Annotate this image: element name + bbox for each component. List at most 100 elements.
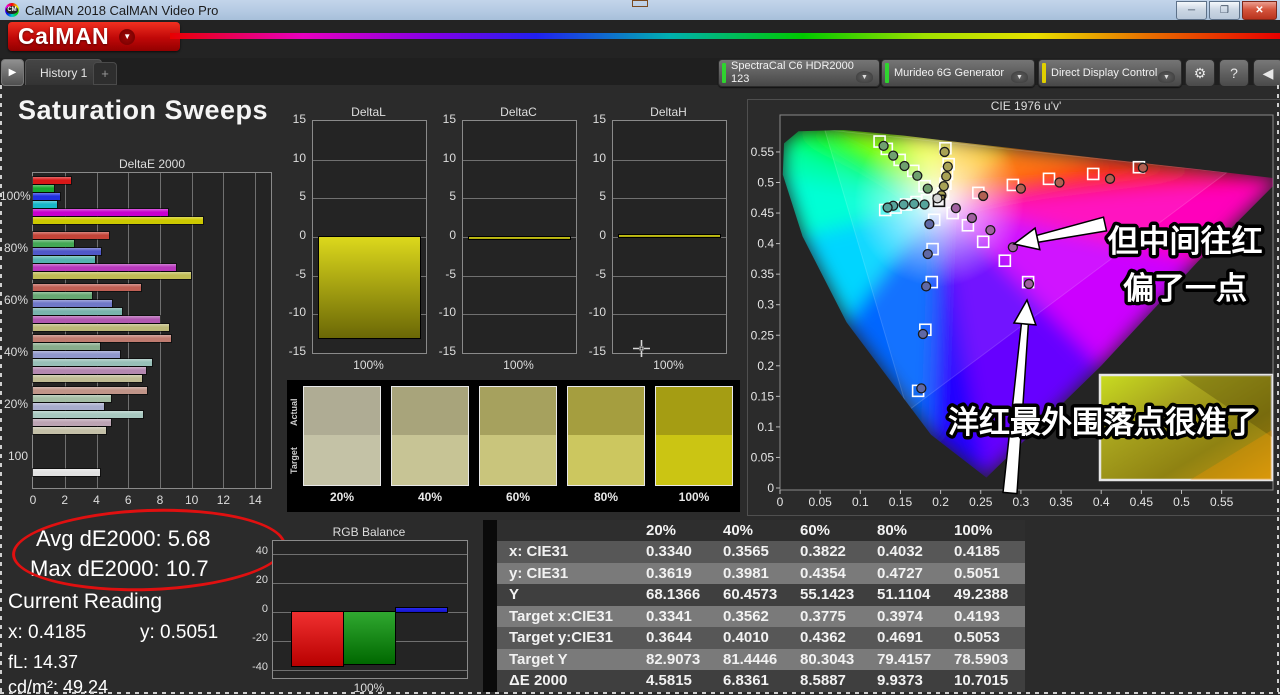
cell: 82.9073 (640, 649, 717, 671)
cell: 0.3341 (640, 606, 717, 628)
row-strip (483, 606, 497, 628)
y-tick-label: 0.25 (751, 328, 775, 342)
minimize-button[interactable]: ─ (1176, 1, 1207, 20)
table-row: Target y:CIE310.36440.40100.43620.46910.… (483, 627, 1025, 649)
chevron-down-icon: ▼ (856, 71, 873, 83)
add-tab-button[interactable]: + (93, 62, 117, 85)
swatch-target (392, 435, 468, 485)
titlebar: CM CalMAN 2018 CalMAN Video Pro ─ ❐ ✕ (0, 0, 1280, 20)
annotation-text: 洋红最外围落点很准了 (948, 405, 1258, 441)
measured-dot-magenta (967, 213, 976, 222)
y-tick-label: -5 (280, 267, 306, 281)
cursor-crosshair (633, 340, 650, 357)
swatch-panel: ActualTarget20%40%60%80%100% (287, 380, 740, 512)
y-tick-label: 0 (580, 228, 606, 242)
y-tick-label: 0.55 (751, 145, 775, 159)
measured-dot-cyan (899, 200, 908, 209)
bar (33, 264, 176, 271)
y-tick-label: 15 (280, 112, 306, 126)
calman-logo-button[interactable]: CalMAN ▼ (8, 22, 180, 51)
chevron-down-icon: ▼ (1158, 71, 1175, 83)
x-tick-label: 2 (55, 493, 75, 507)
x-tick-label: 14 (245, 493, 265, 507)
swatch-actual (656, 387, 732, 435)
source-button[interactable]: Murideo 6G Generator ▼ (881, 59, 1035, 87)
y-tick-label: 15 (580, 112, 606, 126)
cell: 8.5887 (794, 670, 871, 692)
main-content: Saturation Sweeps Avg dE2000: 5.68 Max d… (0, 85, 1280, 695)
measured-dot-cyan (920, 200, 929, 209)
row-strip (483, 584, 497, 606)
x-tick-label: 0.4 (1093, 495, 1110, 509)
bar (33, 256, 95, 263)
x-tick-label: 0 (23, 493, 43, 507)
measured-dot-yellow (939, 182, 948, 191)
cell: 51.1104 (871, 584, 948, 606)
page-title: Saturation Sweeps (18, 95, 268, 126)
mini-title: DeltaL (312, 105, 425, 119)
chevron-down-icon: ▼ (1011, 71, 1028, 83)
bar (619, 235, 720, 237)
gridline (463, 160, 576, 161)
tab-history-1[interactable]: History 1 (25, 59, 102, 85)
y-tick-label: -20 (242, 632, 268, 644)
swatch (392, 387, 468, 485)
group-label: 20% (0, 397, 28, 411)
row-strip (483, 627, 497, 649)
chevron-down-icon: ▼ (119, 29, 135, 45)
cell: 81.4446 (717, 649, 794, 671)
rect (640, 347, 643, 350)
cell: 55.1423 (794, 584, 871, 606)
swatch-actual (480, 387, 556, 435)
bar (319, 237, 420, 338)
cell: 0.4010 (717, 627, 794, 649)
measured-dot-yellow (940, 147, 949, 156)
crosshair-icon (633, 340, 650, 357)
row-strip (483, 520, 497, 541)
display-control-button[interactable]: Direct Display Control ▼ (1038, 59, 1182, 87)
settings-button[interactable]: ⚙ (1185, 59, 1215, 87)
cell: 6.8361 (717, 670, 794, 692)
close-button[interactable]: ✕ (1242, 1, 1277, 20)
row-label (497, 520, 640, 541)
deltae-title: DeltaE 2000 (62, 157, 242, 171)
bar (33, 292, 92, 299)
measured-dot-red (1106, 174, 1115, 183)
swatch-actual (568, 387, 644, 435)
bar (33, 217, 203, 224)
meter-button[interactable]: SpectraCal C6 HDR2000123 ▼ (718, 59, 880, 87)
meter-status-indicator (722, 63, 726, 83)
swatch-label: 40% (386, 490, 474, 504)
reading-y: y: 0.5051 (140, 622, 218, 644)
y-tick-label: 0 (280, 228, 306, 242)
measured-dot-yellow (943, 162, 952, 171)
measured-dot-green (879, 141, 888, 150)
cell: 0.3644 (640, 627, 717, 649)
y-tick-label: 10 (580, 151, 606, 165)
bar (33, 411, 143, 418)
bar (33, 343, 100, 350)
gridline (613, 276, 726, 277)
help-button[interactable]: ? (1219, 59, 1249, 87)
collapse-button[interactable]: ◀ (1253, 59, 1280, 87)
bar (33, 419, 111, 426)
cell: 0.3562 (717, 606, 794, 628)
app-window: CM CalMAN 2018 CalMAN Video Pro ─ ❐ ✕ Ca… (0, 0, 1280, 695)
cell: 60.4573 (717, 584, 794, 606)
tab-bar: ▶ History 1 + SpectraCal C6 HDR2000123 ▼… (0, 58, 1280, 85)
cell: 80% (871, 520, 948, 541)
display-status-indicator (1042, 63, 1046, 83)
cell: 0.4032 (871, 541, 948, 563)
help-icon: ? (1230, 65, 1238, 81)
spectrum-strip (170, 33, 1280, 39)
mini-plot (462, 120, 577, 354)
mini-title: DeltaC (462, 105, 575, 119)
group-label: 100% (0, 189, 28, 203)
mini-title: DeltaH (612, 105, 725, 119)
measured-dot-blue (918, 330, 927, 339)
restore-button[interactable]: ❐ (1209, 1, 1240, 20)
gridline (313, 198, 426, 199)
nav-arrow-button[interactable]: ▶ (1, 59, 24, 86)
x-tick-label: 0.25 (969, 495, 993, 509)
group-label: 40% (0, 345, 28, 359)
